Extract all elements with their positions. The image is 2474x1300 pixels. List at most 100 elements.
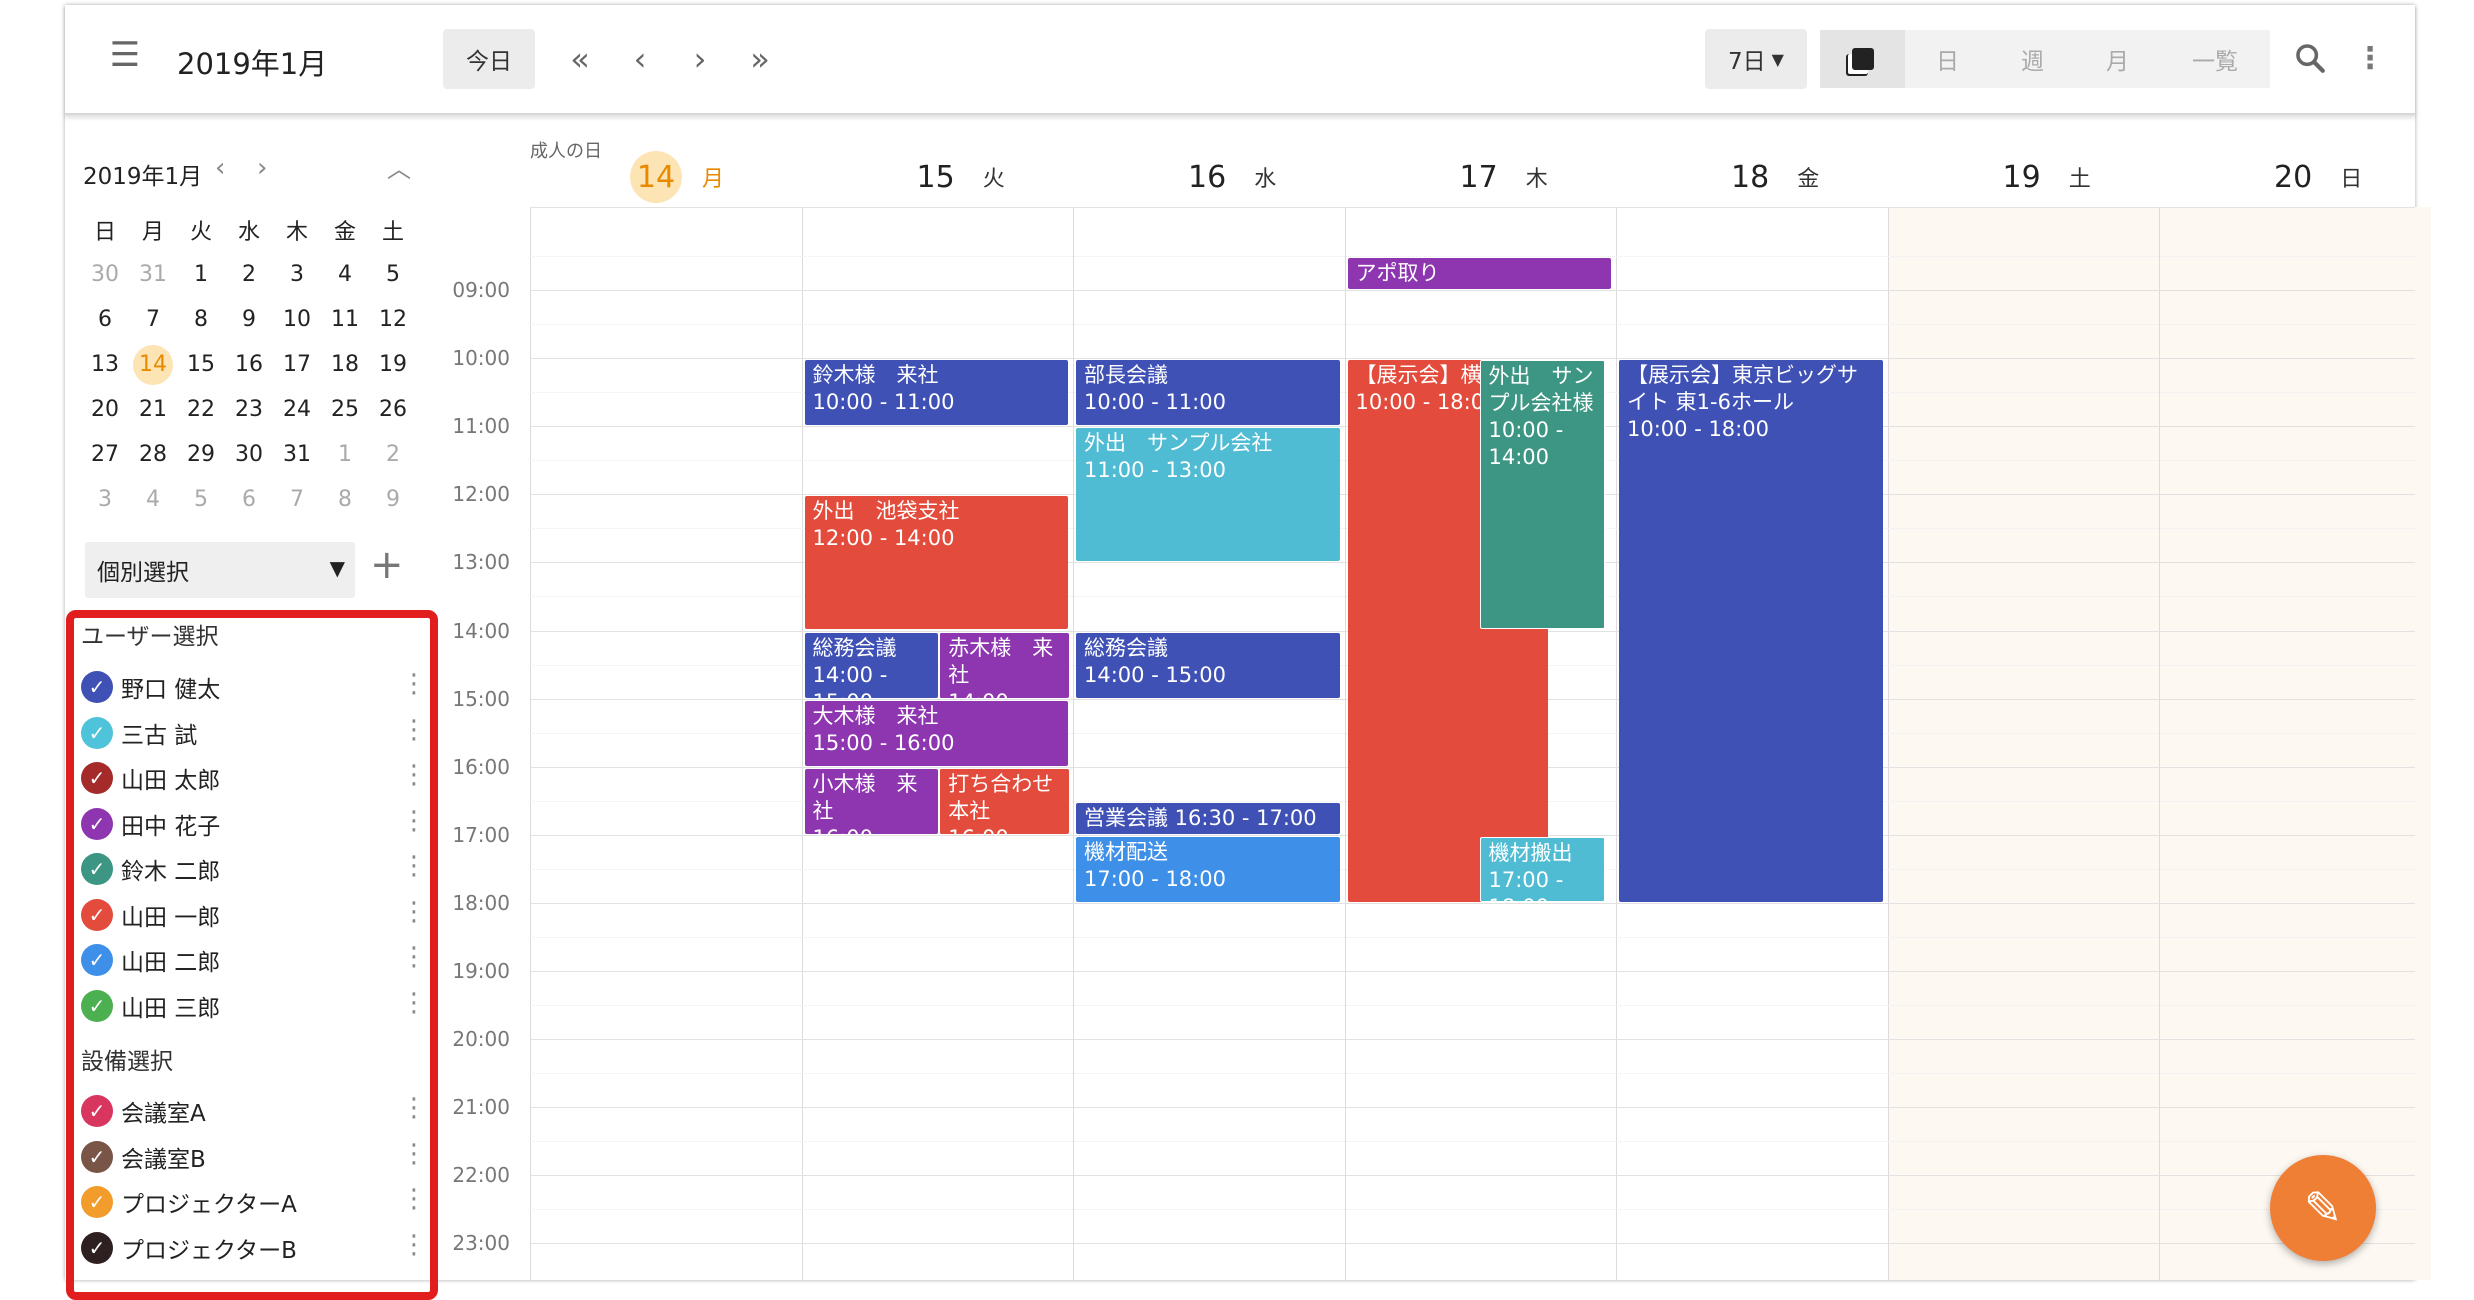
next-icon[interactable]: › xyxy=(675,31,725,87)
day-column[interactable] xyxy=(1887,207,2159,1280)
mini-day-number: 23 xyxy=(235,397,263,422)
menu-icon[interactable]: ☰ xyxy=(105,35,145,75)
mini-day[interactable]: 26 xyxy=(369,387,417,432)
day-column[interactable] xyxy=(530,207,802,1280)
mini-day[interactable]: 19 xyxy=(369,342,417,387)
mini-day[interactable]: 2 xyxy=(369,432,417,477)
more-vert-icon[interactable]: ⋮ xyxy=(2355,33,2385,83)
day-header[interactable]: 17 木 xyxy=(1460,152,1548,202)
event-block[interactable]: 総務会議14:00 - 15:00 xyxy=(1076,632,1340,698)
mini-day[interactable]: 25 xyxy=(321,387,369,432)
mini-day[interactable]: 18 xyxy=(321,342,369,387)
mini-day[interactable]: 16 xyxy=(225,342,273,387)
mini-day[interactable]: 5 xyxy=(369,252,417,297)
mini-day[interactable]: 11 xyxy=(321,297,369,342)
mini-day[interactable]: 29 xyxy=(177,432,225,477)
event-block[interactable]: 大木様 来社 15:00 - 16:00 xyxy=(804,700,1068,766)
mini-day[interactable]: 23 xyxy=(225,387,273,432)
mini-day[interactable]: 7 xyxy=(273,477,321,522)
mini-day[interactable]: 4 xyxy=(321,252,369,297)
mini-day-number: 2 xyxy=(242,262,256,287)
view-day-button[interactable]: 日 xyxy=(1905,30,1990,88)
mini-day[interactable]: 28 xyxy=(129,432,177,477)
day-name: 土 xyxy=(2068,167,2091,192)
mini-day[interactable]: 31 xyxy=(129,252,177,297)
range-select[interactable]: 7日 ▼ xyxy=(1705,29,1807,89)
event-time: 10:00 - 14:00 xyxy=(1488,418,1564,470)
event-block[interactable]: 外出 池袋支社 12:00 - 14:00 xyxy=(804,496,1068,630)
mini-day[interactable]: 1 xyxy=(321,432,369,477)
day-header[interactable]: 15 火 xyxy=(917,152,1005,202)
mini-day[interactable]: 15 xyxy=(177,342,225,387)
mini-day[interactable]: 3 xyxy=(273,252,321,297)
mini-day[interactable]: 13 xyxy=(81,342,129,387)
search-icon[interactable] xyxy=(2285,33,2335,83)
mini-next-icon[interactable]: › xyxy=(257,153,267,183)
mini-day[interactable]: 10 xyxy=(273,297,321,342)
mini-day[interactable]: 6 xyxy=(225,477,273,522)
today-button[interactable]: 今日 xyxy=(443,29,535,89)
mini-day[interactable]: 6 xyxy=(81,297,129,342)
mini-day[interactable]: 3 xyxy=(81,477,129,522)
mini-day[interactable]: 20 xyxy=(81,387,129,432)
mini-day[interactable]: 22 xyxy=(177,387,225,432)
event-block[interactable]: 部長会議 10:00 - 11:00 xyxy=(1076,360,1340,426)
hour-label: 15:00 xyxy=(452,686,510,711)
mini-day[interactable]: 21 xyxy=(129,387,177,432)
day-header[interactable]: 14 月 xyxy=(630,151,724,203)
mini-day-number: 20 xyxy=(91,397,119,422)
day-name: 木 xyxy=(1525,167,1548,192)
event-block[interactable]: 小木様 来社 16:00 - 17:00 xyxy=(804,768,939,834)
mini-day[interactable]: 1 xyxy=(177,252,225,297)
event-block[interactable]: 機材配送 17:00 - 18:00 xyxy=(1076,836,1340,902)
event-block[interactable]: 外出 サンプル会社様 10:00 - 14:00 xyxy=(1479,360,1605,630)
mini-prev-icon[interactable]: ‹ xyxy=(215,153,225,183)
mini-day[interactable]: 30 xyxy=(225,432,273,477)
mini-day[interactable]: 24 xyxy=(273,387,321,432)
mini-day[interactable]: 31 xyxy=(273,432,321,477)
event-block[interactable]: アポ取り xyxy=(1347,257,1611,289)
event-title: 小木様 来社 xyxy=(812,771,918,823)
day-column[interactable] xyxy=(2159,207,2431,1280)
event-block[interactable]: 営業会議 16:30 - 17:00 xyxy=(1076,802,1340,834)
mini-day[interactable]: 9 xyxy=(225,297,273,342)
event-block[interactable]: 赤木様 来社 14:00 - 15:00 xyxy=(939,632,1069,698)
day-header[interactable]: 18 金 xyxy=(1731,152,1819,202)
next-month-icon[interactable]: » xyxy=(735,31,785,87)
mini-day[interactable]: 17 xyxy=(273,342,321,387)
mini-day[interactable]: 27 xyxy=(81,432,129,477)
event-block[interactable]: 鈴木様 来社 10:00 - 11:00 xyxy=(804,360,1068,426)
prev-icon[interactable]: ‹ xyxy=(615,31,665,87)
mini-day[interactable]: 5 xyxy=(177,477,225,522)
mini-day[interactable]: 14 xyxy=(129,342,177,387)
day-header[interactable]: 16 水 xyxy=(1188,152,1276,202)
mini-day[interactable]: 30 xyxy=(81,252,129,297)
event-block[interactable]: 【展示会】東京ビッグサイト 東1-6ホール 10:00 - 18:00 xyxy=(1619,360,1883,902)
collapse-icon[interactable]: ︿ xyxy=(387,149,411,184)
mini-day[interactable]: 8 xyxy=(321,477,369,522)
prev-month-icon[interactable]: « xyxy=(555,31,605,87)
event-block[interactable]: 機材搬出17:00 - 18:00 xyxy=(1479,836,1605,902)
event-block[interactable]: 外出 サンプル会社 11:00 - 13:00 xyxy=(1076,428,1340,562)
view-list-button[interactable]: 一覧 xyxy=(2160,30,2270,88)
view-month-button[interactable]: 月 xyxy=(2075,30,2160,88)
event-block[interactable]: 総務会議14:00 - 15:00 xyxy=(804,632,939,698)
mini-day[interactable]: 7 xyxy=(129,297,177,342)
event-title: 部長会議 xyxy=(1084,363,1168,388)
filter-select[interactable]: 個別選択 ▼ xyxy=(85,542,355,598)
hour-label: 17:00 xyxy=(452,822,510,847)
view-week-button[interactable]: 週 xyxy=(1990,30,2075,88)
mini-day-number: 9 xyxy=(242,307,256,332)
mini-day[interactable]: 4 xyxy=(129,477,177,522)
mini-day[interactable]: 9 xyxy=(369,477,417,522)
multi-calendar-view-button[interactable] xyxy=(1820,30,1905,88)
event-block[interactable]: 打ち合わせ 本社 16:00 - 17:00 xyxy=(939,768,1069,834)
range-select-label: 7日 xyxy=(1728,49,1766,75)
mini-day[interactable]: 12 xyxy=(369,297,417,342)
mini-day[interactable]: 8 xyxy=(177,297,225,342)
add-calendar-icon[interactable]: + xyxy=(370,542,404,588)
mini-day[interactable]: 2 xyxy=(225,252,273,297)
day-header[interactable]: 19 土 xyxy=(2003,152,2091,202)
day-header[interactable]: 20 日 xyxy=(2274,152,2362,202)
create-event-button[interactable]: ✎ xyxy=(2270,1155,2376,1261)
